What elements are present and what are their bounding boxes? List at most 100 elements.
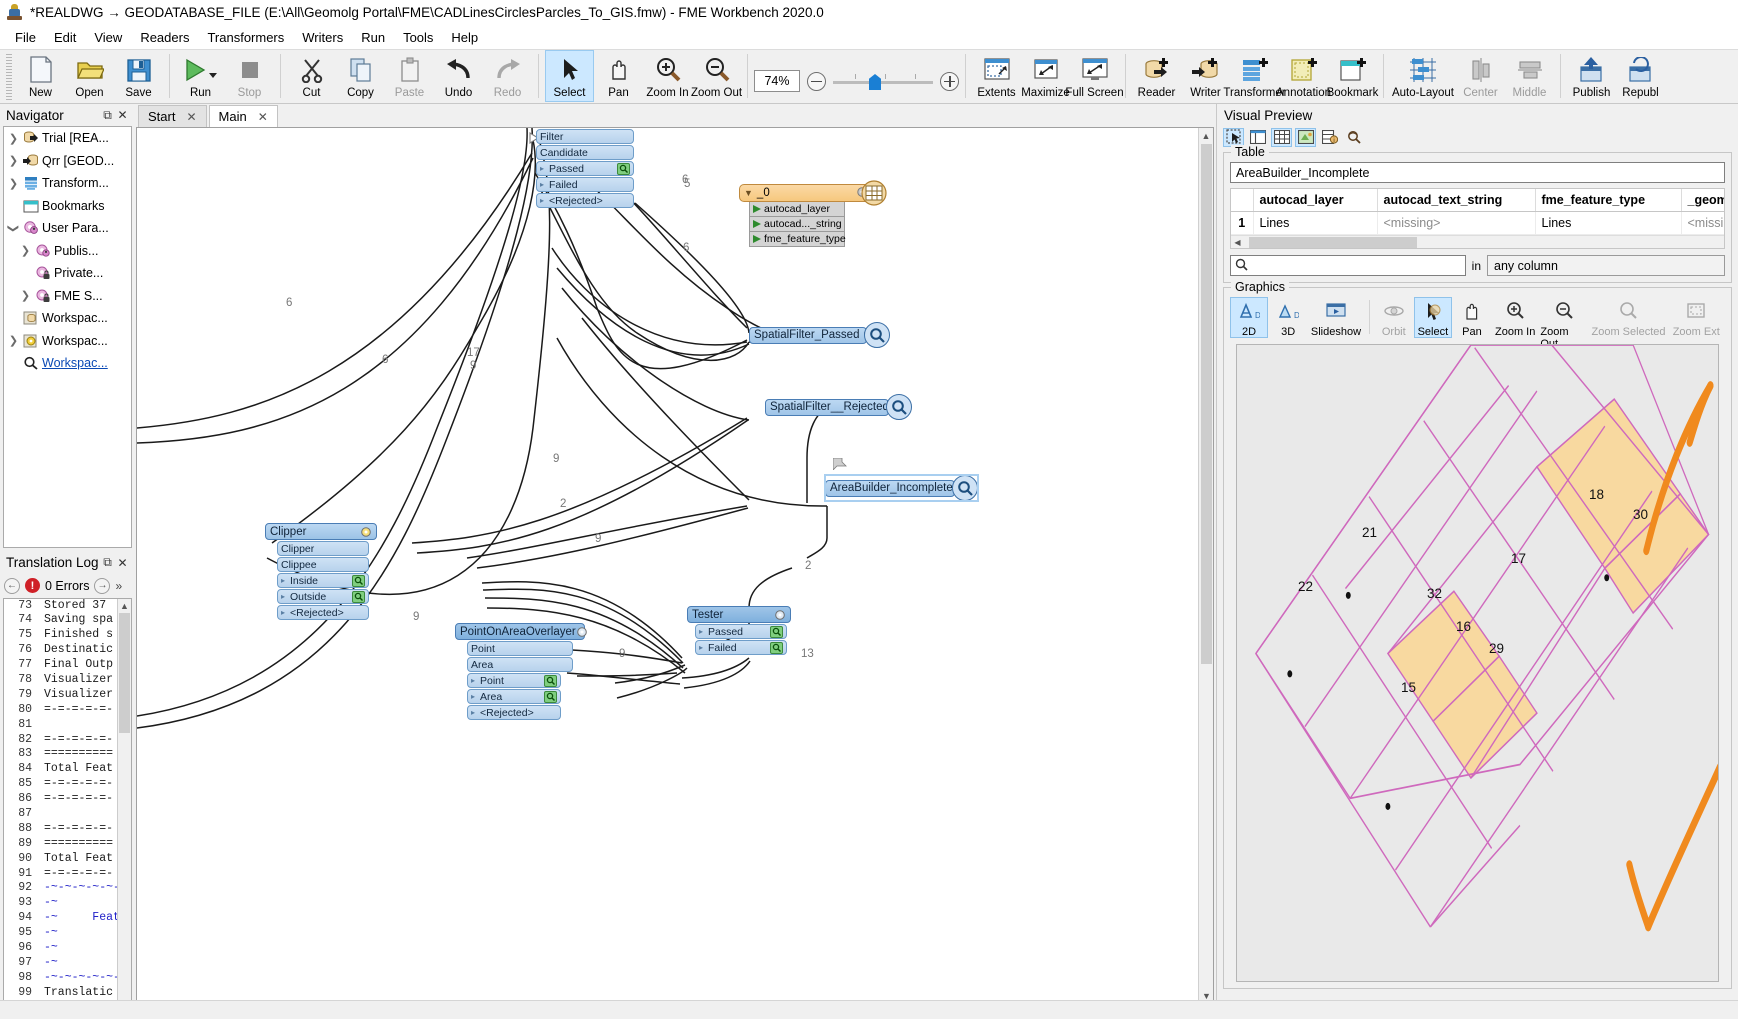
port-area-in[interactable]: Area (467, 657, 573, 672)
menu-view[interactable]: View (85, 27, 131, 48)
inspect-toggle-icon[interactable] (770, 625, 783, 638)
nav-item-private-parameters[interactable]: Private... (4, 262, 131, 285)
pan-tool-button[interactable]: Pan (594, 50, 643, 102)
zoom-in-tool-button[interactable]: Zoom In (643, 50, 692, 102)
chevron-right-icon[interactable]: ❯ (6, 154, 21, 167)
port-area-out[interactable]: ▸ Area (467, 689, 561, 704)
menu-help[interactable]: Help (442, 27, 487, 48)
nav-item-qrr-writer[interactable]: ❯ Qrr [GEOD... (4, 150, 131, 173)
layout-panel-icon[interactable] (1247, 128, 1268, 147)
redo-button[interactable]: Redo (483, 50, 532, 102)
scroll-up-arrow-icon[interactable]: ▲ (118, 598, 131, 613)
menu-tools[interactable]: Tools (394, 27, 442, 48)
table-row[interactable]: 1 Lines <missing> Lines <missing (1231, 211, 1724, 235)
table-horizontal-scrollbar[interactable]: ◀ (1231, 235, 1724, 248)
nav-item-trial-reader[interactable]: ❯ Trial [REA... (4, 127, 131, 150)
inspect-eye-icon[interactable] (1343, 128, 1364, 147)
clipper-node-header[interactable]: Clipper (265, 523, 377, 540)
workspace-canvas[interactable]: 5 6 6 6 6 17 9 9 2 9 2 9 9 13 Filter Can… (136, 127, 1214, 1019)
port-failed[interactable]: ▸ Failed (536, 177, 634, 192)
zoom-increase-button[interactable] (940, 71, 959, 91)
chevron-right-icon[interactable]: ❯ (6, 177, 21, 190)
nav-item-workspace-parameters[interactable]: ❯ Workspac... (4, 330, 131, 353)
port-inside[interactable]: ▸ Inside (277, 573, 369, 588)
log-line[interactable]: 84 Total Feat (4, 762, 131, 778)
table-name-field[interactable]: AreaBuilder_Incomplete (1230, 162, 1725, 183)
menu-writers[interactable]: Writers (293, 27, 352, 48)
port-outside[interactable]: ▸ Outside (277, 589, 369, 604)
log-line[interactable]: 98 -~-~-~-~-~-~ (4, 970, 131, 986)
log-line[interactable]: 79 Visualizer (4, 687, 131, 703)
align-middle-button[interactable]: Middle (1505, 50, 1554, 102)
chevron-right-icon[interactable]: ❯ (18, 289, 33, 302)
tab-start[interactable]: Start ✕ (138, 105, 207, 127)
publish-button[interactable]: Publish (1567, 50, 1616, 102)
inspect-toggle-icon[interactable] (352, 574, 365, 587)
nav-item-transformers[interactable]: ❯ Transform... (4, 172, 131, 195)
graphics-viewport[interactable]: 18 30 21 22 17 32 16 29 15 (1236, 344, 1719, 982)
nav-item-workspace-search[interactable]: Workspac... (4, 352, 131, 375)
log-line[interactable]: 78 Visualizer (4, 672, 131, 688)
add-transformer-button[interactable]: Transformer (1223, 50, 1286, 102)
table-grid-icon[interactable] (861, 180, 887, 209)
writer-attribute-row[interactable]: autocad..._string (749, 217, 845, 232)
gear-icon[interactable] (360, 526, 372, 538)
gear-icon[interactable] (576, 626, 588, 638)
add-annotation-button[interactable]: Annotation (1276, 50, 1331, 102)
log-vertical-scrollbar[interactable]: ▲ ▼ (117, 598, 131, 1018)
feature-table[interactable]: autocad_layer autocad_text_string fme_fe… (1230, 188, 1725, 249)
menu-transformers[interactable]: Transformers (198, 27, 293, 48)
table-search-box[interactable] (1230, 255, 1466, 276)
log-line[interactable]: 89 ========== (4, 836, 131, 852)
log-line[interactable]: 99 Translatic (4, 985, 131, 1001)
nav-item-workspace-resources[interactable]: Workspac... (4, 307, 131, 330)
log-line[interactable]: 87 (4, 806, 131, 822)
add-bookmark-button[interactable]: Bookmark (1327, 50, 1378, 102)
inspect-toggle-icon[interactable] (544, 690, 557, 703)
pointonareaoverlayer-node-header[interactable]: PointOnAreaOverlayer (455, 623, 588, 640)
zoom-selected-button[interactable]: Zoom Selected (1590, 297, 1666, 338)
open-button[interactable]: Open (65, 50, 114, 102)
translation-log-content[interactable]: 73 Stored 37 74 Saving spa 75 Finished s 76 Des… (3, 597, 132, 1019)
new-button[interactable]: New (16, 50, 65, 102)
port-tester-passed[interactable]: ▸ Passed (695, 624, 787, 639)
log-line[interactable]: 93 -~ (4, 896, 131, 912)
log-line[interactable]: 91 =-=-=-=-=- (4, 866, 131, 882)
stop-button[interactable]: Stop (225, 50, 274, 102)
log-line[interactable]: 83 ========== (4, 747, 131, 763)
port-candidate[interactable]: Candidate (536, 145, 634, 160)
float-panel-icon[interactable]: ⧉ (100, 108, 115, 123)
cell-autocad-text-string[interactable]: <missing> (1377, 211, 1536, 235)
republish-button[interactable]: Republ (1616, 50, 1665, 102)
collapse-triangle-icon[interactable]: ▼ (744, 188, 753, 198)
undo-button[interactable]: Undo (434, 50, 483, 102)
port-point-out[interactable]: ▸ Point (467, 673, 561, 688)
magnifier-icon[interactable] (864, 322, 890, 348)
inspect-node-caption[interactable]: AreaBuilder_Incomplete (825, 479, 967, 497)
menu-readers[interactable]: Readers (131, 27, 198, 48)
more-chevrons-icon[interactable]: » (115, 579, 122, 593)
float-panel-icon[interactable]: ⧉ (100, 555, 115, 570)
menu-run[interactable]: Run (352, 27, 394, 48)
inspect-toggle-icon[interactable] (352, 590, 365, 603)
column-header-autocad-text-string[interactable]: autocad_text_string (1377, 189, 1536, 212)
add-reader-button[interactable]: Reader (1132, 50, 1181, 102)
inspect-node-caption[interactable]: SpatialFilter_Passed (749, 326, 874, 344)
nav-item-bookmarks[interactable]: Bookmarks (4, 195, 131, 218)
scroll-left-arrow-icon[interactable]: ◀ (1231, 236, 1244, 248)
port-clipper-in[interactable]: Clipper (277, 541, 369, 556)
table-search-input[interactable] (1252, 257, 1465, 274)
log-line[interactable]: 86 =-=-=-=-=- (4, 792, 131, 807)
chevron-right-icon[interactable]: ❯ (18, 244, 33, 257)
log-line[interactable]: 88 =-=-=-=-=- (4, 821, 131, 837)
align-center-button[interactable]: Center (1456, 50, 1505, 102)
chevron-right-icon[interactable]: ❯ (6, 334, 21, 347)
log-line[interactable]: 82 =-=-=-=-=- (4, 732, 131, 748)
port-clipper-rejected[interactable]: ▸ <Rejected> (277, 605, 369, 620)
log-line[interactable]: 96 -~ (4, 940, 131, 956)
search-column-select[interactable]: any column (1487, 255, 1725, 276)
maximize-button[interactable]: Maximize (1021, 50, 1070, 102)
cell-autocad-layer[interactable]: Lines (1253, 211, 1378, 235)
port-filter[interactable]: Filter (536, 129, 634, 144)
tab-main[interactable]: Main ✕ (208, 105, 278, 127)
